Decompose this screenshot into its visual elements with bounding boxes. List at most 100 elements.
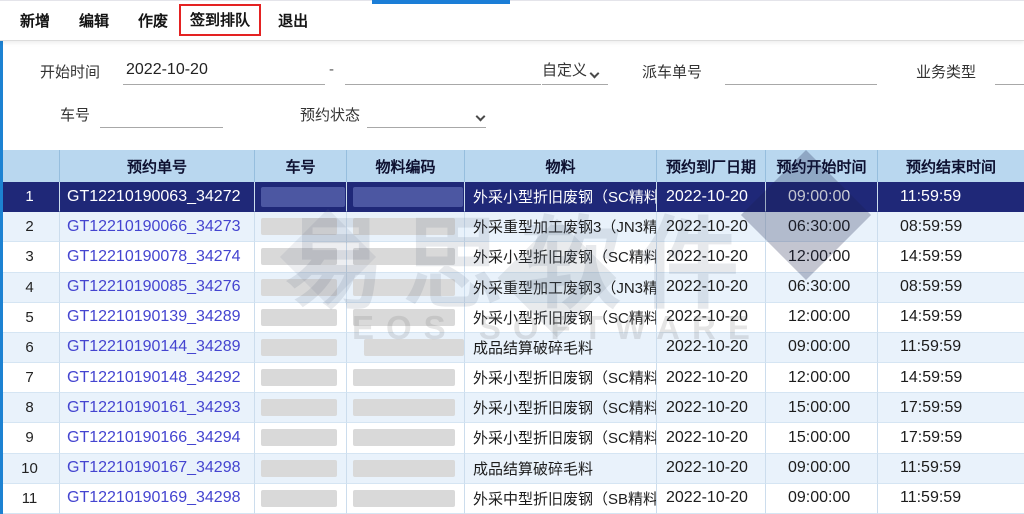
toolbar: 新增 编辑 作废 签到排队 退出 (0, 0, 1024, 41)
chevron-down-icon (590, 69, 600, 79)
arrival-date-cell: 2022-10-20 (657, 242, 766, 272)
row-number: 4 (0, 273, 60, 303)
material-code-cell (347, 454, 465, 484)
end-time-cell: 14:59:59 (878, 363, 1024, 393)
table-row[interactable]: 4GT12210190085_34276外采重型加工废钢3（JN3精料2022-… (0, 273, 1024, 303)
highlight-red-box: 签到排队 (179, 4, 261, 36)
vehicle-no-cell (255, 212, 347, 242)
material-cell: 外采小型折旧废钢（SC精料） (465, 182, 657, 212)
app-window: 新增 编辑 作废 签到排队 退出 开始时间 - 自定义 派车单号 业务类型 车号… (0, 0, 1024, 514)
end-time-cell: 08:59:59 (878, 212, 1024, 242)
material-code-cell (347, 393, 465, 423)
redacted-material-code (364, 339, 464, 356)
edit-button[interactable]: 编辑 (79, 10, 109, 31)
table-row[interactable]: 11GT12210190169_34298外采中型折旧废钢（SB精料）2022-… (0, 484, 1024, 514)
arrival-date-cell: 2022-10-20 (657, 454, 766, 484)
end-date-input[interactable] (345, 55, 541, 85)
row-number: 6 (0, 333, 60, 363)
table-row[interactable]: 9GT12210190166_34294外采小型折旧废钢（SC精料）2022-1… (0, 423, 1024, 453)
range-type-select[interactable]: 自定义 (542, 55, 608, 85)
start-time-label: 开始时间 (40, 61, 100, 82)
new-button[interactable]: 新增 (20, 10, 50, 31)
table-row[interactable]: 3GT12210190078_34274外采小型折旧废钢（SC精料）2022-1… (0, 242, 1024, 272)
vehicle-no-cell (255, 454, 347, 484)
vehicle-no-cell (255, 182, 347, 212)
row-number: 7 (0, 363, 60, 393)
end-time-cell: 11:59:59 (878, 182, 1024, 212)
order-number-link[interactable]: GT12210190066_34273 (60, 212, 255, 242)
arrival-date-cell: 2022-10-20 (657, 303, 766, 333)
arrival-date-cell: 2022-10-20 (657, 333, 766, 363)
redacted-vehicle-no (261, 248, 337, 265)
vehicle-no-cell (255, 363, 347, 393)
header-material[interactable]: 物料 (465, 150, 657, 182)
header-order-no[interactable]: 预约单号 (60, 150, 255, 182)
header-end-time[interactable]: 预约结束时间 (878, 150, 1024, 182)
redacted-vehicle-no (261, 429, 337, 446)
material-cell: 外采小型折旧废钢（SC精料） (465, 303, 657, 333)
redacted-vehicle-no (261, 339, 337, 356)
table-row[interactable]: 8GT12210190161_34293外采小型折旧废钢（SC精料）2022-1… (0, 393, 1024, 423)
order-number-link[interactable]: GT12210190085_34276 (60, 273, 255, 303)
row-number: 9 (0, 423, 60, 453)
end-time-cell: 11:59:59 (878, 333, 1024, 363)
order-number-link[interactable]: GT12210190166_34294 (60, 423, 255, 453)
status-label: 预约状态 (300, 104, 360, 125)
vehicle-no-label: 车号 (60, 104, 90, 125)
order-number-link[interactable]: GT12210190139_34289 (60, 303, 255, 333)
dispatch-no-input[interactable] (725, 55, 877, 85)
redacted-material-code (353, 187, 463, 207)
arrival-date-cell: 2022-10-20 (657, 182, 766, 212)
table-row[interactable]: 1GT12210190063_34272 外采小型折旧废钢（SC精料）2022-1… (0, 182, 1024, 212)
void-button[interactable]: 作废 (138, 10, 168, 31)
row-number: 11 (0, 484, 60, 514)
end-time-cell: 17:59:59 (878, 393, 1024, 423)
table-row[interactable]: 5GT12210190139_34289 外采小型折旧废钢（SC精料）2022-1… (0, 303, 1024, 333)
vehicle-no-cell (255, 423, 347, 453)
order-number-link[interactable]: GT12210190078_34274 (60, 242, 255, 272)
row-number: 2 (0, 212, 60, 242)
start-time-cell: 15:00:00 (766, 393, 878, 423)
end-time-cell: 11:59:59 (878, 454, 1024, 484)
table-row[interactable]: 10GT12210190167_34298成品结算破碎毛料2022-10-200… (0, 454, 1024, 484)
redacted-vehicle-no (261, 309, 337, 326)
status-select[interactable] (367, 98, 486, 128)
start-time-cell: 12:00:00 (766, 363, 878, 393)
order-number-link[interactable]: GT12210190148_34292 (60, 363, 255, 393)
header-arrival-date[interactable]: 预约到厂日期 (657, 150, 766, 182)
start-date-input[interactable] (123, 55, 325, 85)
table-row[interactable]: 2GT12210190066_34273外采重型加工废钢3（JN3精料2022-… (0, 212, 1024, 242)
redacted-material-code (353, 279, 455, 296)
order-number-link[interactable]: GT12210190144_34289 (60, 333, 255, 363)
start-time-cell: 12:00:00 (766, 242, 878, 272)
start-time-cell: 06:30:00 (766, 273, 878, 303)
row-number: 10 (0, 454, 60, 484)
row-number: 8 (0, 393, 60, 423)
order-number-link[interactable]: GT12210190161_34293 (60, 393, 255, 423)
header-start-time[interactable]: 预约开始时间 (766, 150, 878, 182)
table-body: 1GT12210190063_34272外采小型折旧废钢（SC精料）2022-1… (0, 182, 1024, 514)
arrival-date-cell: 2022-10-20 (657, 393, 766, 423)
start-time-cell: 12:00:00 (766, 303, 878, 333)
start-time-cell: 09:00:00 (766, 454, 878, 484)
order-number-link[interactable]: GT12210190169_34298 (60, 484, 255, 514)
active-tab-accent-bar (372, 0, 510, 4)
table-row[interactable]: 7GT12210190148_34292外采小型折旧废钢（SC精料）2022-1… (0, 363, 1024, 393)
order-number-link[interactable]: GT12210190063_34272 (60, 182, 255, 212)
exit-button[interactable]: 退出 (278, 10, 308, 31)
header-vehicle-no[interactable]: 车号 (255, 150, 347, 182)
vehicle-no-cell (255, 242, 347, 272)
start-time-cell: 06:30:00 (766, 212, 878, 242)
checkin-queue-button[interactable]: 签到排队 (190, 9, 250, 30)
material-code-cell (347, 484, 465, 514)
row-number: 1 (0, 182, 60, 212)
business-type-input[interactable] (995, 55, 1024, 85)
material-cell: 外采重型加工废钢3（JN3精料 (465, 273, 657, 303)
header-material-code[interactable]: 物料编码 (347, 150, 465, 182)
arrival-date-cell: 2022-10-20 (657, 363, 766, 393)
table-row[interactable]: 6GT12210190144_342891成品结算破碎毛料2022-10-200… (0, 333, 1024, 363)
row-number: 5 (0, 303, 60, 333)
material-cell: 外采重型加工废钢3（JN3精料 (465, 212, 657, 242)
order-number-link[interactable]: GT12210190167_34298 (60, 454, 255, 484)
vehicle-no-input[interactable] (100, 98, 223, 128)
